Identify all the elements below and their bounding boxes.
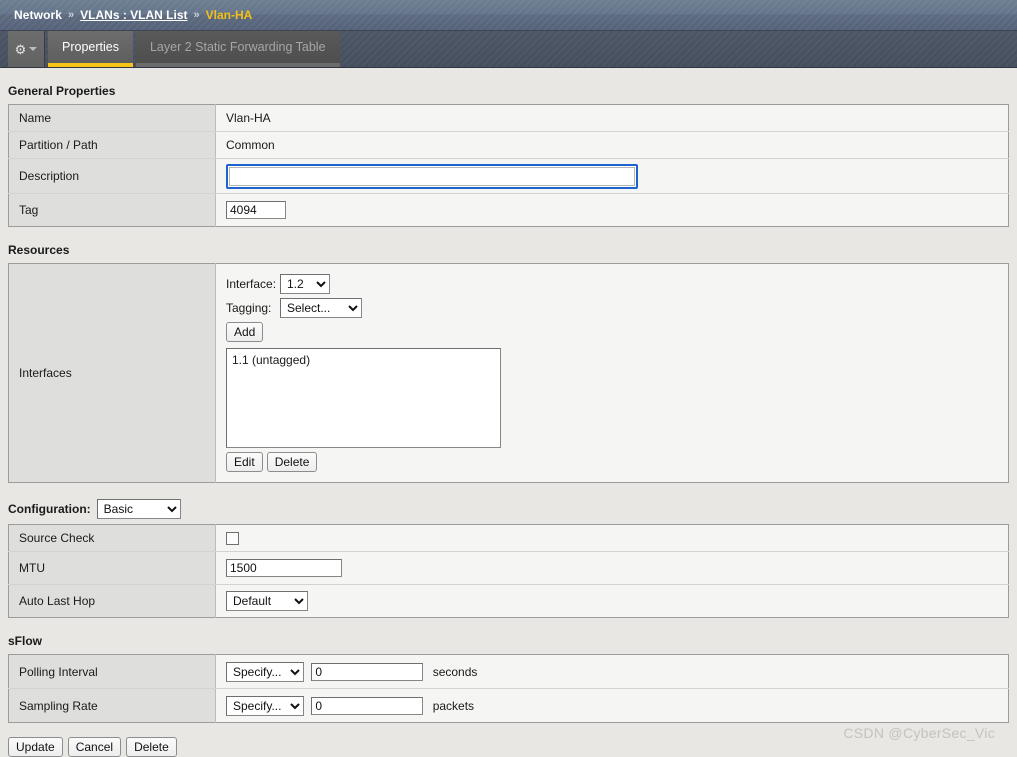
configuration-selector-row: Configuration: Basic bbox=[8, 499, 1009, 519]
tab-properties[interactable]: Properties bbox=[48, 31, 133, 67]
auto-last-hop-select[interactable]: Default bbox=[226, 591, 308, 611]
tagging-select[interactable]: Select... bbox=[280, 298, 362, 318]
row-value-sampling-rate: Specify... packets bbox=[215, 688, 1009, 723]
main-content: General Properties Name Vlan-HA Partitio… bbox=[0, 84, 1017, 757]
configuration-select[interactable]: Basic bbox=[96, 499, 181, 519]
add-interface-button[interactable]: Add bbox=[226, 322, 264, 342]
edit-interface-button[interactable]: Edit bbox=[226, 452, 263, 472]
row-value-auto-last-hop: Default bbox=[215, 584, 1009, 618]
row-label-tag: Tag bbox=[8, 193, 216, 227]
cancel-button[interactable]: Cancel bbox=[67, 737, 122, 757]
tab-layer2-static-forwarding-table[interactable]: Layer 2 Static Forwarding Table bbox=[135, 31, 340, 67]
list-item[interactable]: 1.1 (untagged) bbox=[231, 352, 496, 368]
row-label-auto-last-hop: Auto Last Hop bbox=[8, 584, 216, 618]
tab-strip: ⚙ Properties Layer 2 Static Forwarding T… bbox=[0, 31, 1017, 68]
breadcrumb-current-vlan-ha: Vlan-HA bbox=[205, 8, 253, 22]
section-title-general-properties: General Properties bbox=[8, 84, 116, 98]
tab-layer2-static-forwarding-table-label: Layer 2 Static Forwarding Table bbox=[149, 40, 326, 54]
sampling-rate-input[interactable] bbox=[311, 696, 424, 715]
interface-select[interactable]: 1.2 bbox=[280, 274, 330, 294]
table-row: Tag bbox=[8, 193, 1009, 227]
row-value-description bbox=[215, 158, 1009, 194]
row-value-mtu bbox=[215, 551, 1009, 585]
tagging-select-row: Tagging: Select... bbox=[226, 298, 998, 318]
table-row: Auto Last Hop Default bbox=[8, 584, 1009, 618]
table-row: Polling Interval Specify... seconds bbox=[8, 654, 1009, 689]
table-row: Sampling Rate Specify... packets bbox=[8, 688, 1009, 723]
delete-button[interactable]: Delete bbox=[126, 737, 177, 757]
interfaces-listbox[interactable]: 1.1 (untagged) bbox=[226, 348, 501, 448]
breadcrumb-bar: Network » VLANs : VLAN List » Vlan-HA bbox=[0, 0, 1017, 31]
table-row: Description bbox=[8, 158, 1009, 194]
row-value-interfaces: Interface: 1.2 Tagging: Select... Add 1.… bbox=[215, 263, 1009, 483]
table-row: Interfaces Interface: 1.2 Tagging: Selec… bbox=[8, 263, 1009, 483]
general-properties-table: Name Vlan-HA Partition / Path Common Des… bbox=[8, 104, 1009, 227]
polling-interval-unit: seconds bbox=[432, 664, 478, 679]
table-row: Source Check bbox=[8, 524, 1009, 552]
mtu-input[interactable] bbox=[226, 559, 342, 577]
add-button-row: Add bbox=[226, 322, 998, 342]
table-row: Partition / Path Common bbox=[8, 131, 1009, 159]
row-value-name: Vlan-HA bbox=[215, 104, 1009, 132]
configuration-table: Source Check MTU Auto Last Hop Default bbox=[8, 524, 1009, 618]
tab-menu-gear-button[interactable]: ⚙ bbox=[8, 31, 45, 67]
row-label-sampling-rate: Sampling Rate bbox=[8, 688, 216, 723]
breadcrumb-root: Network bbox=[14, 8, 63, 22]
row-value-partition: Common bbox=[215, 131, 1009, 159]
source-check-checkbox[interactable] bbox=[226, 532, 239, 546]
tag-input[interactable] bbox=[226, 201, 286, 219]
row-value-source-check bbox=[215, 524, 1009, 552]
chevron-down-icon bbox=[29, 47, 38, 51]
section-title-resources: Resources bbox=[8, 243, 70, 257]
resources-table: Interfaces Interface: 1.2 Tagging: Selec… bbox=[8, 263, 1009, 483]
tab-properties-label: Properties bbox=[62, 40, 119, 54]
row-label-partition: Partition / Path bbox=[8, 131, 216, 159]
table-row: Name Vlan-HA bbox=[8, 104, 1009, 132]
row-value-tag bbox=[215, 193, 1009, 227]
section-title-sflow: sFlow bbox=[8, 634, 43, 648]
sflow-table: Polling Interval Specify... seconds Samp… bbox=[8, 654, 1009, 723]
row-label-source-check: Source Check bbox=[8, 524, 216, 552]
row-label-mtu: MTU bbox=[8, 551, 216, 585]
table-row: MTU bbox=[8, 551, 1009, 585]
watermark-text: CSDN @CyberSec_Vic bbox=[843, 725, 995, 741]
breadcrumb-link-vlan-list[interactable]: VLANs : VLAN List bbox=[80, 8, 187, 22]
row-value-polling-interval: Specify... seconds bbox=[215, 654, 1009, 689]
sampling-rate-unit: packets bbox=[432, 698, 475, 713]
polling-interval-input[interactable] bbox=[311, 662, 424, 681]
breadcrumb-separator-2: » bbox=[193, 9, 200, 21]
row-label-interfaces: Interfaces bbox=[8, 263, 216, 483]
configuration-label: Configuration: bbox=[8, 502, 91, 516]
row-label-polling-interval: Polling Interval bbox=[8, 654, 216, 689]
gear-icon: ⚙ bbox=[14, 41, 27, 57]
row-label-name: Name bbox=[8, 104, 216, 132]
row-label-description: Description bbox=[8, 158, 216, 194]
tagging-field-label: Tagging: bbox=[226, 301, 272, 315]
polling-interval-mode-select[interactable]: Specify... bbox=[226, 661, 304, 682]
description-input[interactable] bbox=[229, 166, 635, 186]
delete-interface-button[interactable]: Delete bbox=[266, 452, 318, 472]
interface-field-label: Interface: bbox=[226, 277, 277, 291]
interface-action-buttons: Edit Delete bbox=[226, 452, 998, 472]
interface-select-row: Interface: 1.2 bbox=[226, 274, 998, 294]
description-focus-ring bbox=[226, 163, 638, 189]
update-button[interactable]: Update bbox=[8, 737, 63, 757]
breadcrumb-separator-1: » bbox=[68, 9, 75, 21]
sampling-rate-mode-select[interactable]: Specify... bbox=[226, 695, 304, 716]
